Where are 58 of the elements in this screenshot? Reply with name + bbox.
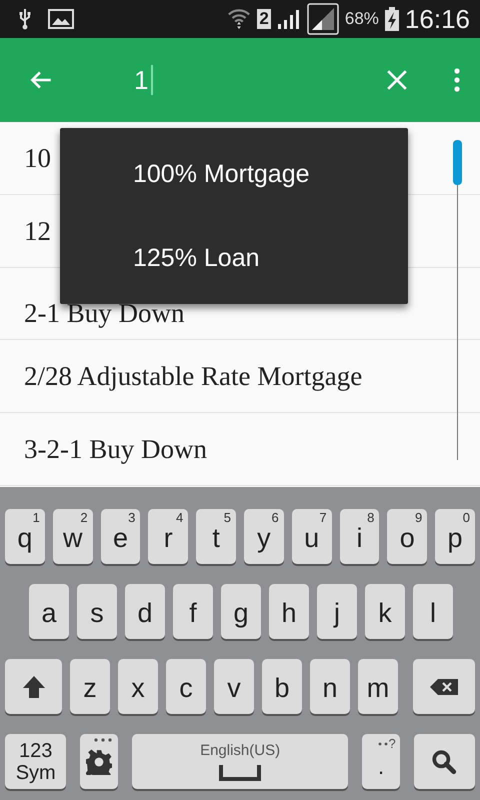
key[interactable]: b (262, 659, 302, 714)
dots-icon (92, 738, 113, 742)
backspace-icon (429, 678, 459, 696)
key[interactable]: l (413, 584, 453, 639)
list-item[interactable]: 3-2-1 Buy Down (24, 434, 207, 464)
key[interactable]: 8 i (340, 509, 380, 564)
clock: 16:16 (404, 4, 470, 34)
key[interactable]: m (358, 659, 398, 714)
key[interactable]: k (365, 584, 405, 639)
key[interactable]: v (214, 659, 254, 714)
search-icon (431, 748, 458, 774)
key[interactable]: j (317, 584, 357, 639)
more-options-icon[interactable] (454, 68, 460, 92)
symbols-key[interactable]: 123 Sym (5, 734, 66, 789)
dots-icon (378, 742, 388, 746)
key[interactable]: a (29, 584, 69, 639)
sim-indicator: 2 (257, 9, 271, 29)
key[interactable]: h (269, 584, 309, 639)
key[interactable]: 1 q (5, 509, 45, 564)
settings-icon (86, 748, 112, 774)
key[interactable]: g (221, 584, 261, 639)
space-key[interactable]: English(US) (132, 734, 348, 789)
signal-icon (276, 8, 301, 30)
key[interactable]: n (310, 659, 350, 714)
settings-key[interactable] (80, 734, 118, 789)
battery-charging-icon (384, 7, 399, 31)
key[interactable]: 2 w (52, 509, 93, 564)
suggestion-item[interactable]: 125% Loan (60, 238, 408, 278)
key[interactable]: x (118, 659, 158, 714)
image-icon (48, 9, 74, 29)
space-bar-icon (219, 765, 262, 781)
search-key[interactable] (414, 734, 475, 789)
key[interactable]: 3 e (100, 509, 140, 564)
shift-arrow-icon (20, 674, 46, 700)
wifi-icon (227, 6, 252, 32)
scrollbar-thumb[interactable] (453, 140, 462, 185)
key[interactable]: f (173, 584, 213, 639)
key[interactable]: z (70, 659, 110, 714)
key[interactable]: 7 u (292, 509, 332, 564)
shift-key[interactable] (5, 659, 62, 714)
suggestion-item[interactable]: 100% Mortgage (60, 154, 408, 194)
list-item[interactable]: 12 (24, 216, 51, 246)
list-item[interactable]: 2/28 Adjustable Rate Mortgage (24, 360, 362, 392)
signal-icon (306, 3, 339, 35)
key[interactable]: 9 o (387, 509, 428, 564)
key[interactable]: 6 y (244, 509, 284, 564)
list-item[interactable]: 10 (24, 142, 51, 174)
usb-icon (18, 8, 32, 30)
close-icon[interactable] (386, 69, 408, 91)
key[interactable]: d (125, 584, 165, 639)
key[interactable]: 4 r (148, 509, 188, 564)
period-key[interactable]: ? . (362, 734, 400, 789)
key[interactable]: 0 p (435, 509, 475, 564)
key[interactable]: c (166, 659, 206, 714)
battery-percent: 68% (344, 9, 379, 29)
backspace-key[interactable] (413, 659, 475, 714)
key[interactable]: s (77, 584, 117, 639)
key[interactable]: 5 t (196, 509, 236, 564)
